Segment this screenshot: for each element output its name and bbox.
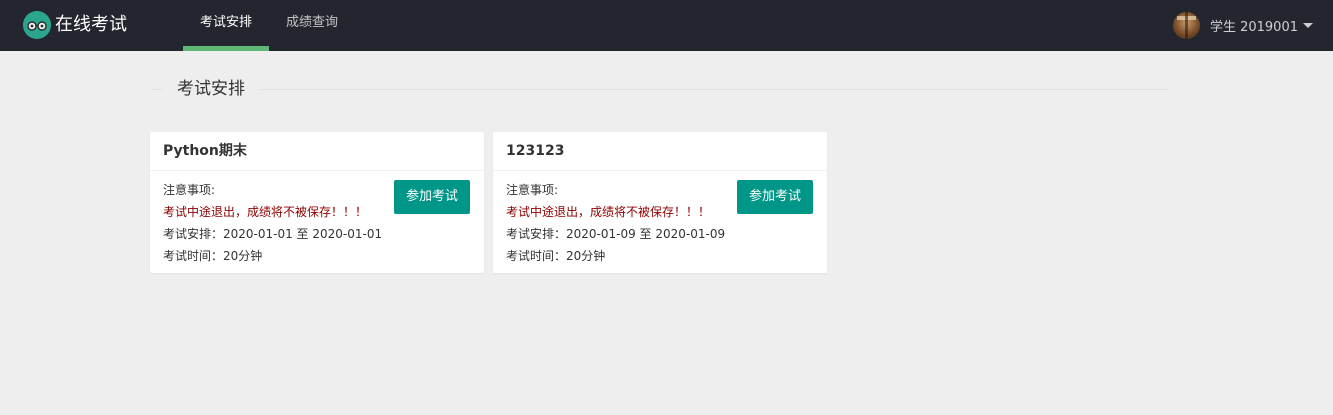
section-heading: 考试安排 [163, 78, 259, 100]
exam-duration: 考试时间：20分钟 [163, 249, 263, 263]
nav-item-score-query[interactable]: 成绩查询 [269, 0, 355, 51]
exam-duration: 考试时间：20分钟 [506, 249, 606, 263]
join-exam-button[interactable]: 参加考试 [394, 180, 470, 214]
app-logo[interactable]: 在线考试 [23, 11, 127, 39]
exam-card-title: Python期末 [150, 132, 484, 171]
exam-card-title: 123123 [493, 132, 827, 171]
user-menu[interactable]: 学生 2019001 [1172, 11, 1313, 39]
avatar[interactable] [1172, 11, 1200, 39]
exam-card: Python期末 注意事项: 考试中途退出，成绩将不被保存！！！ 考试安排：20… [150, 132, 484, 273]
exam-schedule: 考试安排：2020-01-09 至 2020-01-09 [506, 227, 726, 241]
exam-card-body: 注意事项: 考试中途退出，成绩将不被保存！！！ 考试安排：2020-01-09 … [493, 171, 827, 267]
top-header: 在线考试 考试安排 成绩查询 学生 2019001 [0, 0, 1333, 51]
section-title: 考试安排 [151, 78, 1169, 102]
main-nav: 考试安排 成绩查询 [183, 0, 355, 51]
app-title: 在线考试 [55, 14, 127, 35]
section-divider [151, 89, 1169, 90]
user-name[interactable]: 学生 2019001 [1210, 16, 1298, 35]
glasses-logo-icon [23, 11, 51, 39]
join-exam-button[interactable]: 参加考试 [737, 180, 813, 214]
caret-down-icon[interactable] [1303, 22, 1313, 28]
exam-card: 123123 注意事项: 考试中途退出，成绩将不被保存！！！ 考试安排：2020… [493, 132, 827, 273]
exam-schedule: 考试安排：2020-01-01 至 2020-01-01 [163, 227, 383, 241]
nav-item-exam-schedule[interactable]: 考试安排 [183, 0, 270, 51]
exam-card-body: 注意事项: 考试中途退出，成绩将不被保存！！！ 考试安排：2020-01-01 … [150, 171, 484, 267]
